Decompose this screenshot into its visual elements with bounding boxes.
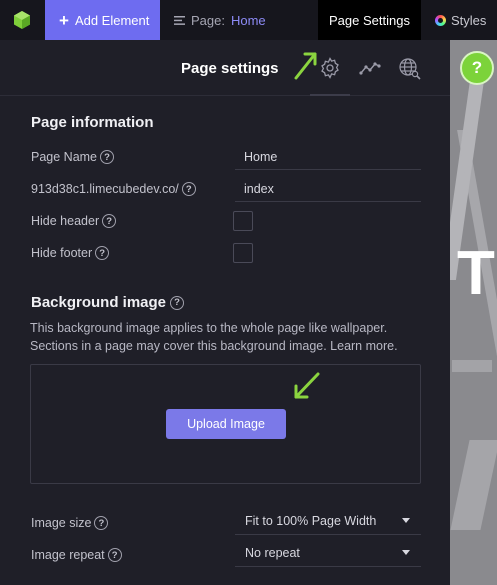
preview-texture — [450, 440, 497, 530]
add-element-label: Add Element — [74, 12, 150, 28]
page-name-value: Home — [244, 149, 278, 164]
tab-styles[interactable]: Styles — [427, 0, 486, 40]
image-size-label: Image size ? — [31, 516, 109, 530]
current-page-name: Home — [230, 12, 266, 28]
page-selector[interactable]: Page: Home — [174, 0, 266, 40]
add-element-button[interactable]: + Add Element — [45, 0, 160, 40]
hide-footer-label: Hide footer ? — [31, 246, 110, 260]
active-tab-indicator — [310, 94, 350, 96]
preview-texture — [452, 360, 492, 372]
tab-page-settings[interactable]: Page Settings — [318, 0, 421, 40]
upload-image-button[interactable]: Upload Image — [166, 409, 286, 439]
page-url-label-text: 913d38c1.limecubedev.co/ — [31, 182, 179, 196]
top-bar: + Add Element Page: Home Page Settings S… — [0, 0, 497, 40]
background-description: This background image applies to the who… — [30, 321, 398, 353]
page-information-heading: Page information — [31, 114, 154, 131]
image-repeat-label: Image repeat ? — [31, 548, 122, 562]
background-image-heading-text: Background image — [31, 294, 167, 311]
help-icon[interactable]: ? — [107, 548, 122, 562]
panel-header: Page settings — [0, 40, 450, 96]
question-icon: ? — [471, 58, 483, 77]
page-url-label: 913d38c1.limecubedev.co/ ? — [31, 182, 196, 196]
background-image-heading: Background image ? — [31, 294, 185, 311]
analytics-icon[interactable] — [358, 56, 382, 80]
image-repeat-label-text: Image repeat — [31, 548, 105, 562]
page-name-input[interactable]: Home — [235, 144, 421, 170]
hide-header-label-text: Hide header — [31, 214, 100, 228]
preview-heading-text: T — [457, 239, 495, 308]
color-wheel-icon — [435, 14, 446, 26]
upload-image-label: Upload Image — [187, 417, 265, 431]
page-url-input[interactable]: index — [235, 176, 421, 202]
page-name-label: Page Name ? — [31, 150, 115, 164]
seo-globe-icon[interactable] — [397, 56, 421, 80]
app-logo[interactable] — [0, 0, 44, 40]
hide-header-checkbox[interactable] — [233, 211, 253, 231]
page-prefix: Page: — [191, 12, 225, 28]
hide-footer-label-text: Hide footer — [31, 246, 93, 260]
help-icon[interactable]: ? — [181, 182, 196, 196]
tab-styles-label: Styles — [451, 12, 487, 28]
image-size-value: Fit to 100% Page Width — [245, 513, 377, 528]
image-size-select[interactable]: Fit to 100% Page Width — [235, 507, 421, 535]
page-name-label-text: Page Name — [31, 150, 98, 164]
gear-icon[interactable] — [318, 56, 342, 80]
page-settings-panel: Page settings Page information Page Name… — [0, 40, 450, 585]
cube-logo-icon — [14, 11, 30, 29]
hide-footer-checkbox[interactable] — [233, 243, 253, 263]
chevron-down-icon — [402, 550, 410, 555]
annotation-arrow-icon — [294, 372, 320, 399]
image-repeat-select[interactable]: No repeat — [235, 539, 421, 567]
menu-lines-icon — [174, 15, 185, 25]
hide-header-label: Hide header ? — [31, 214, 117, 228]
help-icon[interactable]: ? — [94, 516, 109, 530]
panel-title: Page settings — [181, 60, 279, 77]
help-icon[interactable]: ? — [95, 246, 110, 260]
chevron-down-icon — [402, 518, 410, 523]
image-size-label-text: Image size — [31, 516, 92, 530]
page-url-value: index — [244, 181, 274, 196]
page-preview[interactable] — [450, 40, 497, 585]
upload-dropzone[interactable]: Upload Image — [30, 364, 421, 484]
plus-icon: + — [59, 10, 69, 30]
tab-page-settings-label: Page Settings — [329, 12, 410, 28]
image-repeat-value: No repeat — [245, 545, 300, 560]
help-icon[interactable]: ? — [102, 214, 117, 228]
help-fab-button[interactable]: ? — [460, 51, 494, 85]
help-icon[interactable]: ? — [100, 150, 115, 164]
help-icon[interactable]: ? — [170, 295, 185, 310]
